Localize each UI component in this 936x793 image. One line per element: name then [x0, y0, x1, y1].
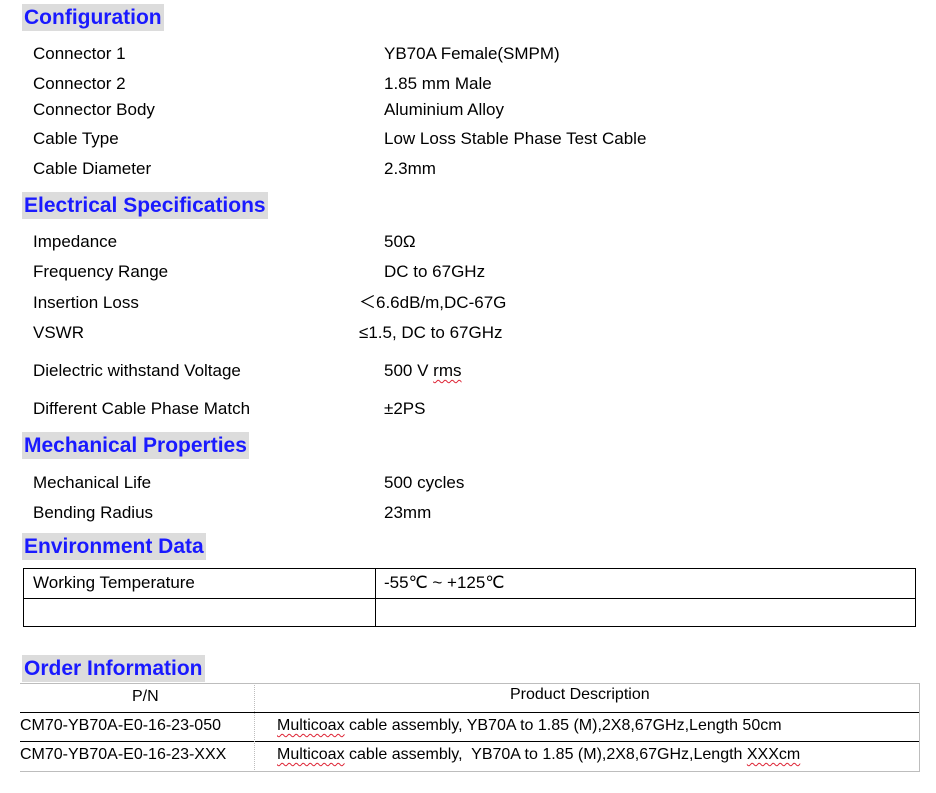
section-title-electrical: Electrical Specifications — [22, 192, 268, 219]
env-label-working-temperature: Working Temperature — [33, 573, 195, 592]
table-divider — [20, 741, 920, 742]
spec-label: Connector 2 — [33, 74, 126, 93]
spec-value: ≤1.5, DC to 67GHz — [359, 323, 503, 342]
description-text: cable assembly, YB70A to 1.85 (M),2X8,67… — [344, 746, 747, 763]
spec-label: Mechanical Life — [33, 473, 152, 492]
spec-label: Dielectric withstand Voltage — [33, 361, 241, 380]
description-word: Multicoax — [277, 746, 345, 763]
description-length: XXXcm — [746, 746, 801, 763]
table-divider — [24, 598, 915, 599]
spec-value: 23mm — [384, 503, 432, 522]
spec-label: Insertion Loss — [33, 293, 139, 312]
spec-label: Different Cable Phase Match — [33, 399, 251, 418]
env-value-working-temperature: -55℃ ~ +125℃ — [384, 573, 505, 592]
spec-value: 50Ω — [384, 232, 416, 251]
spec-value: Low Loss Stable Phase Test Cable — [384, 129, 647, 148]
spec-label: Cable Diameter — [33, 159, 152, 178]
section-title-environment: Environment Data — [22, 533, 206, 560]
spec-value: YB70A Female(SMPM) — [384, 44, 560, 63]
section-title-configuration: Configuration — [22, 4, 164, 31]
spec-value: ＜6.6dB/m,DC-67G — [359, 293, 507, 312]
spec-label: VSWR — [33, 323, 84, 342]
spec-label: Bending Radius — [33, 503, 154, 522]
table-divider — [375, 569, 376, 626]
spec-value: ±2PS — [384, 399, 426, 418]
column-header-pn: P/N — [132, 688, 159, 705]
column-header-description: Product Description — [510, 686, 650, 703]
table-divider — [20, 771, 920, 772]
spec-value: Aluminium Alloy — [384, 100, 504, 119]
table-row-pn: CM70-YB70A-E0-16-23-XXX — [20, 746, 227, 763]
spec-value-number: 500 V — [384, 361, 434, 380]
table-divider — [20, 683, 920, 684]
table-row-description: Multicoax cable assembly, YB70A to 1.85 … — [277, 716, 782, 736]
spec-label: Connector 1 — [33, 44, 126, 63]
order-table: P/N Product Description CM70-YB70A-E0-16… — [20, 683, 920, 772]
table-divider — [919, 683, 920, 772]
description-word: Multicoax — [277, 717, 345, 734]
spec-value: 500 cycles — [384, 473, 465, 492]
table-divider — [20, 712, 920, 713]
section-title-mechanical: Mechanical Properties — [22, 432, 249, 459]
section-title-order: Order Information — [22, 655, 205, 682]
description-text: cable assembly, YB70A to 1.85 (M),2X8,67… — [344, 717, 782, 734]
spec-value-unit: rms — [433, 361, 462, 380]
spec-label: Impedance — [33, 232, 118, 251]
spec-value: DC to 67GHz — [384, 262, 486, 281]
environment-table: Working Temperature -55℃ ~ +125℃ — [23, 568, 916, 627]
table-row-description: Multicoax cable assembly, YB70A to 1.85 … — [277, 745, 800, 765]
spec-value: 500 V rms — [384, 361, 461, 381]
spec-label: Frequency Range — [33, 262, 169, 281]
spec-label: Cable Type — [33, 129, 119, 148]
spec-value: 1.85 mm Male — [384, 74, 492, 93]
spec-label: Connector Body — [33, 100, 155, 119]
spec-value: 2.3mm — [384, 159, 436, 178]
table-row-pn: CM70-YB70A-E0-16-23-050 — [20, 717, 221, 734]
table-divider — [254, 683, 255, 772]
